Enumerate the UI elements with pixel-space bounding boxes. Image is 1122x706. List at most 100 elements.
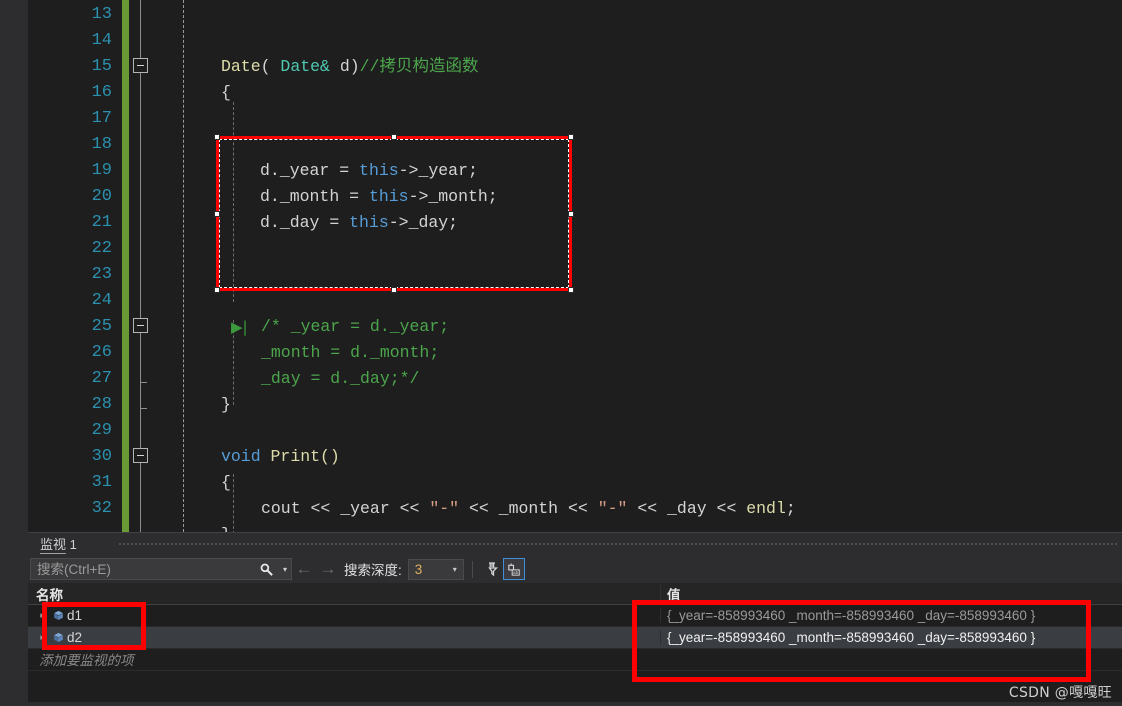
add-watch-name-cell[interactable]: 添加要监视的项 — [28, 649, 660, 670]
hex-ab-icon[interactable]: ab — [502, 558, 525, 580]
token-field-day-rhs: _day — [408, 213, 449, 232]
code-line-28: } — [221, 395, 231, 414]
token-endl: endl — [746, 499, 786, 518]
indent-guide-level2-a — [233, 102, 234, 302]
token-semi-19: ; — [467, 161, 478, 180]
line-number: 30 — [91, 447, 112, 466]
pin-filter-icon[interactable] — [481, 558, 503, 580]
watch-grid-header: 名称 值 — [28, 583, 1122, 605]
table-row[interactable]: ▸ d1 {_year=-858993460 _month=-858993460… — [28, 605, 1122, 627]
code-line-25: /* _year = d._year; — [261, 317, 450, 336]
code-line-19: d._year = this->_year; — [260, 158, 478, 184]
token-dash-2: "-" — [597, 499, 628, 518]
token-shift-1: << — [300, 499, 341, 518]
token-print-fn: Print() — [260, 447, 340, 466]
row-value-cell-d2[interactable]: {_year=-858993460 _month=-858993460 _day… — [660, 630, 1122, 645]
token-arrow-20: -> — [408, 187, 429, 206]
toolbar-separator — [471, 560, 473, 578]
expander-chevron-right-icon[interactable]: ▸ — [36, 610, 49, 621]
token-field-month-lhs: _month — [279, 187, 340, 206]
token-comment-copy-ctor: //拷贝构造函数 — [359, 57, 479, 76]
object-cube-icon — [49, 631, 67, 644]
code-line-21: d._day = this->_day; — [260, 210, 458, 236]
tab-watch-label: 监视 — [40, 537, 67, 554]
token-field-month-rhs: _month — [428, 187, 488, 206]
line-number: 23 — [91, 265, 112, 284]
object-cube-icon — [49, 609, 67, 622]
search-depth-chevron-down-icon[interactable]: ▾ — [447, 565, 463, 574]
search-input[interactable] — [31, 561, 253, 577]
column-header-name[interactable]: 名称 — [28, 584, 660, 604]
token-cout: cout — [261, 499, 301, 518]
search-depth-stepper[interactable]: 3 ▾ — [407, 558, 464, 580]
token-obj-d-21: d. — [260, 213, 280, 232]
token-shift-2: << — [389, 499, 430, 518]
token-brace-open-16: { — [221, 83, 231, 102]
step-into-marker-icon[interactable]: ▶| — [231, 317, 257, 337]
table-row[interactable]: ▸ d2 {_year=-858993460 _month=-858993460… — [28, 627, 1122, 649]
token-assign-19: = — [329, 161, 360, 180]
add-watch-placeholder: 添加要监视的项 — [39, 653, 134, 668]
line-number: 16 — [91, 83, 112, 102]
watch-toolbar: ▾ ← → 搜索深度: 3 ▾ — [28, 555, 1122, 583]
code-line-26: _month = d._month; — [261, 343, 440, 362]
editor-surface[interactable]: 13 14 15 16 17 18 19 20 21 22 23 24 25 26 27 28 29 30 31 32… — [28, 0, 1122, 544]
token-dash-1: "-" — [429, 499, 460, 518]
token-assign-21: = — [319, 213, 350, 232]
line-number: 32 — [91, 499, 112, 518]
token-paren-open: ( — [260, 57, 281, 76]
row-name-cell-d2[interactable]: ▸ d2 — [28, 630, 660, 645]
line-number: 14 — [91, 31, 112, 50]
fold-toggle-line-25[interactable] — [133, 318, 148, 333]
indent-guide-level1 — [183, 0, 184, 532]
code-line-27: _day = d._day;*/ — [261, 369, 420, 388]
watch-panel-inner: 监视 1 ▾ ← → 搜索深度: — [28, 532, 1122, 706]
fold-toggle-line-15[interactable] — [133, 58, 148, 73]
token-arrow-21: -> — [388, 213, 409, 232]
line-number: 28 — [91, 395, 112, 414]
token-param: d) — [329, 57, 360, 76]
line-number: 21 — [91, 213, 112, 232]
token-field-year-rhs: _year — [418, 161, 468, 180]
fold-toggle-line-30[interactable] — [133, 448, 148, 463]
vs-debug-window: 13 14 15 16 17 18 19 20 21 22 23 24 25 26 27 28 29 30 31 32… — [0, 0, 1122, 706]
search-box[interactable]: ▾ — [30, 558, 292, 580]
tab-watch-1[interactable]: 监视 1 — [34, 535, 83, 555]
token-year-out: _year — [340, 499, 390, 518]
row-name-cell-d1[interactable]: ▸ d1 — [28, 608, 660, 623]
watermark-text: CSDN @嘎嘎旺 — [1008, 685, 1112, 701]
line-number: 26 — [91, 343, 112, 362]
line-number: 19 — [91, 161, 112, 180]
search-next-button[interactable]: → — [316, 558, 340, 580]
line-number: 25 — [91, 317, 112, 336]
token-this-21: this — [349, 213, 389, 232]
search-icon[interactable] — [253, 558, 279, 580]
column-header-value[interactable]: 值 — [660, 583, 1122, 604]
token-arrow-19: -> — [398, 161, 419, 180]
token-shift-6: << — [706, 499, 747, 518]
code-editor: 13 14 15 16 17 18 19 20 21 22 23 24 25 26 27 28 29 30 31 32… — [0, 0, 1122, 544]
line-number: 13 — [91, 5, 112, 24]
add-watch-row[interactable]: 添加要监视的项 — [28, 649, 1122, 671]
tab-watch-number: 1 — [69, 537, 77, 552]
expander-chevron-right-icon[interactable]: ▸ — [36, 632, 49, 643]
search-prev-button[interactable]: ← — [292, 558, 316, 580]
line-number: 18 — [91, 135, 112, 154]
row-value-cell-d1[interactable]: {_year=-858993460 _month=-858993460 _day… — [660, 608, 1122, 623]
token-shift-3: << — [459, 499, 499, 518]
outline-tick-b — [140, 408, 147, 409]
search-options-chevron-down-icon[interactable]: ▾ — [279, 558, 291, 580]
line-number: 15 — [91, 57, 112, 76]
token-date-type: Date& — [280, 57, 330, 76]
code-line-20: d._month = this->_month; — [260, 184, 498, 210]
search-depth-value[interactable]: 3 — [409, 562, 447, 577]
change-indicator-bar — [122, 0, 129, 532]
watch-row-label: d1 — [67, 608, 83, 623]
token-shift-4: << — [558, 499, 598, 518]
code-line-15: Date( Date& d)//拷贝构造函数 — [221, 54, 478, 80]
line-number: 17 — [91, 109, 112, 128]
token-semi-32: ; — [785, 499, 796, 518]
watch-panel: 监视 1 ▾ ← → 搜索深度: — [0, 532, 1122, 706]
line-number: 20 — [91, 187, 112, 206]
code-line-31: { — [221, 473, 231, 492]
